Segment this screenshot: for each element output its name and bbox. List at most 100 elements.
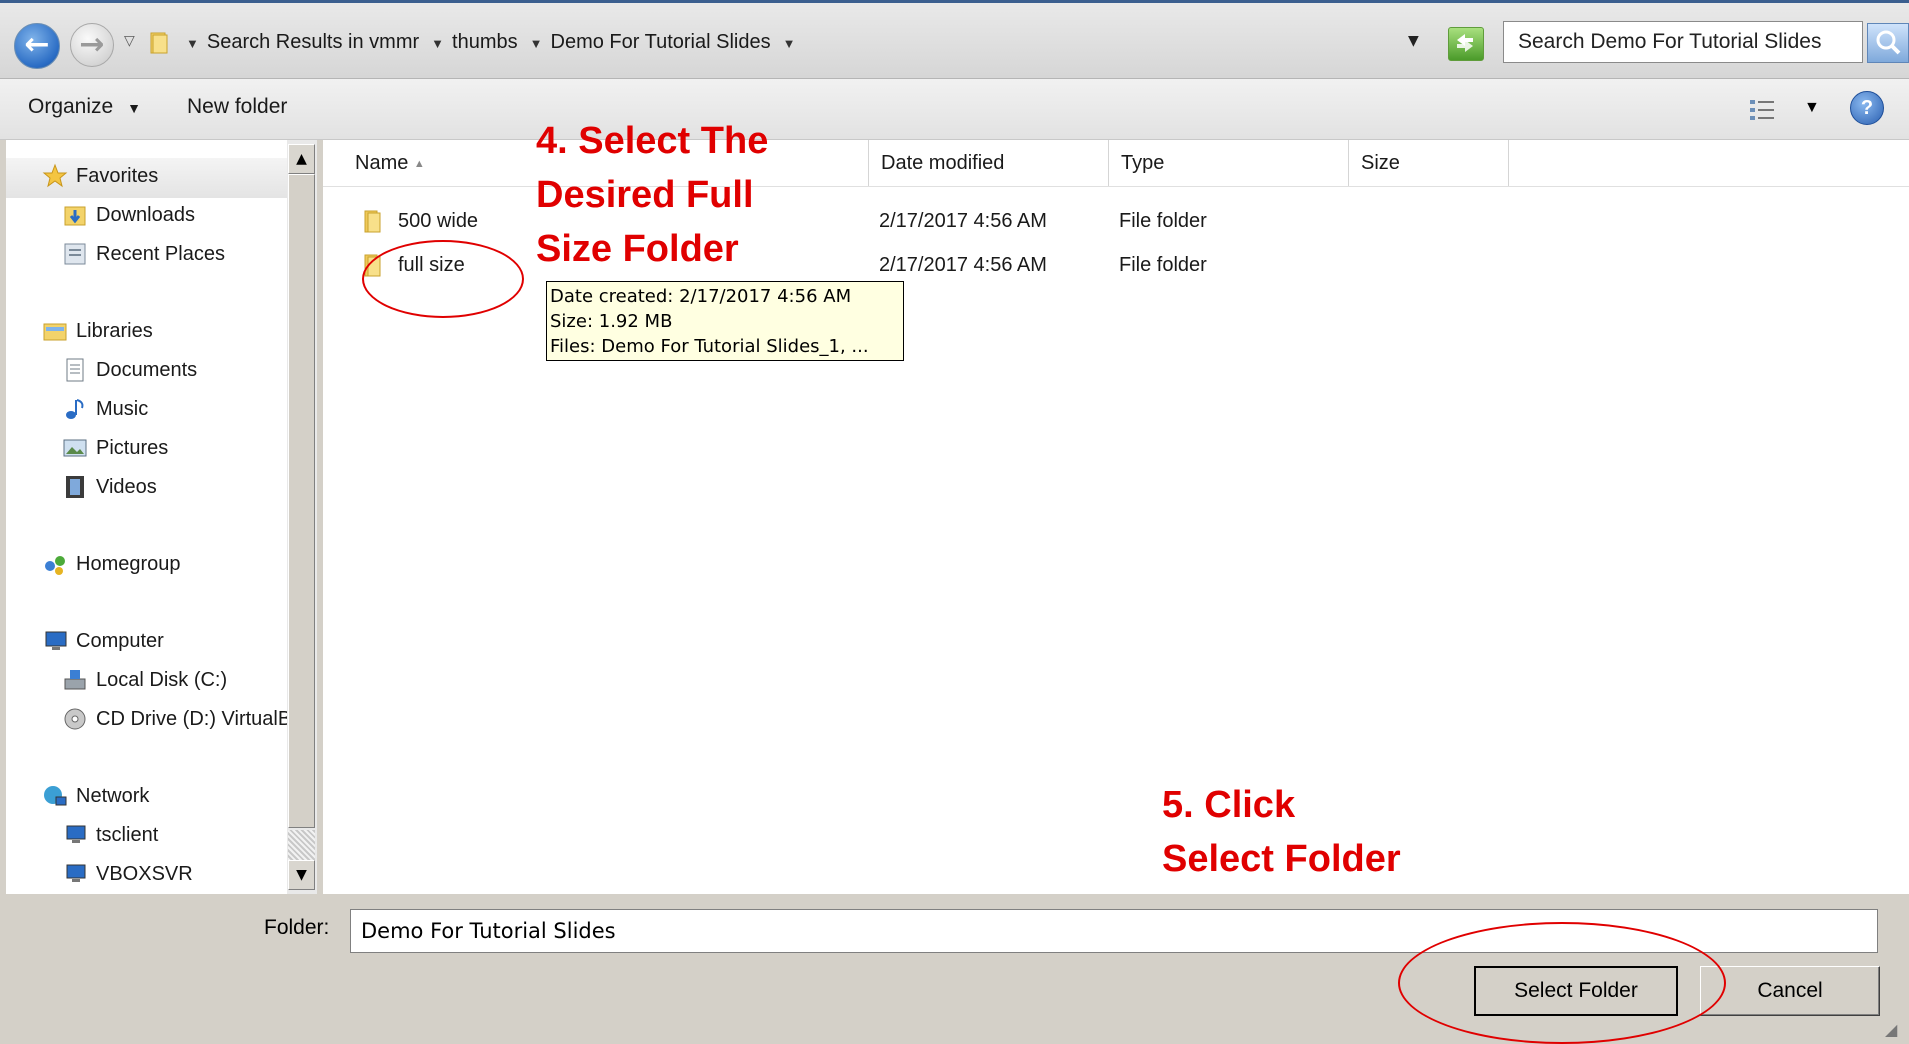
breadcrumb-item-demo[interactable]: ▼ Demo For Tutorial Slides bbox=[530, 31, 771, 54]
file-date-modified: 2/17/2017 4:56 AM bbox=[879, 210, 1047, 232]
help-icon[interactable]: ? bbox=[1850, 91, 1884, 125]
local-disk-icon bbox=[64, 670, 86, 690]
nav-item-label: Computer bbox=[76, 629, 164, 652]
breadcrumb-item-search-results[interactable]: ▼ Search Results in vmmr bbox=[186, 31, 419, 54]
nav-item-videos[interactable]: Videos bbox=[62, 474, 157, 500]
nav-pane-scrollbar[interactable]: ▲ ▼ bbox=[287, 140, 317, 894]
nav-item-downloads[interactable]: Downloads bbox=[62, 202, 195, 228]
computer-icon bbox=[45, 631, 67, 650]
folder-icon bbox=[150, 32, 168, 54]
nav-item-tsclient[interactable]: tsclient bbox=[62, 822, 158, 848]
nav-item-local-disk[interactable]: Local Disk (C:) bbox=[62, 667, 227, 693]
new-folder-button[interactable]: New folder bbox=[187, 95, 287, 119]
folder-label: Folder: bbox=[264, 916, 330, 939]
nav-item-label: Libraries bbox=[76, 319, 153, 342]
network-computer-icon bbox=[66, 864, 86, 882]
pictures-icon bbox=[63, 439, 87, 457]
back-arrow-icon: ← bbox=[24, 27, 50, 62]
nav-item-label: Downloads bbox=[96, 203, 195, 226]
nav-item-label: Music bbox=[96, 397, 149, 420]
folder-info-tooltip: Date created: 2/17/2017 4:56 AM Size: 1.… bbox=[546, 281, 904, 361]
nav-item-computer[interactable]: Computer bbox=[42, 628, 164, 654]
scroll-up-button[interactable]: ▲ bbox=[288, 144, 315, 174]
breadcrumb[interactable]: ▼ Search Results in vmmr ▼ thumbs ▼ Demo Fo… bbox=[148, 21, 1408, 63]
organize-button[interactable]: Organize ▼ bbox=[28, 95, 141, 119]
file-date-modified: 2/17/2017 4:56 AM bbox=[879, 254, 1047, 276]
annotation-circle-full-size bbox=[362, 240, 524, 318]
refresh-icon bbox=[1457, 34, 1473, 52]
annotation-step5: 5. Click Select Folder bbox=[1162, 778, 1401, 886]
recent-places-icon bbox=[64, 243, 86, 265]
annotation-step4: 4. Select The Desired Full Size Folder bbox=[536, 114, 768, 276]
search-icon bbox=[1876, 30, 1901, 55]
address-bar: ← → ▽ ▼ Search Results in vmmr ▼ thumbs ▼ D… bbox=[0, 3, 1909, 79]
column-header-type[interactable]: Type bbox=[1109, 140, 1349, 186]
nav-item-homegroup[interactable]: Homegroup bbox=[42, 551, 181, 577]
column-header-label: Name bbox=[355, 152, 409, 174]
forward-button[interactable]: → bbox=[70, 23, 114, 67]
resize-grip-icon[interactable]: ◢ bbox=[1885, 1020, 1897, 1039]
annotation-step5-line2: Select Folder bbox=[1162, 838, 1401, 880]
cd-drive-icon bbox=[64, 708, 86, 730]
nav-item-pictures[interactable]: Pictures bbox=[62, 435, 168, 461]
scrollbar-track bbox=[288, 830, 315, 860]
back-button[interactable]: ← bbox=[14, 23, 60, 69]
cancel-button[interactable]: Cancel bbox=[1700, 966, 1880, 1016]
chevron-down-icon: ▼ bbox=[127, 100, 141, 116]
refresh-button[interactable] bbox=[1448, 27, 1484, 61]
libraries-icon bbox=[43, 323, 67, 341]
recent-pages-dropdown-icon[interactable]: ▽ bbox=[124, 33, 135, 49]
annotation-step5-line1: 5. Click bbox=[1162, 784, 1296, 826]
nav-item-label: Homegroup bbox=[76, 552, 181, 575]
nav-item-music[interactable]: Music bbox=[62, 396, 148, 422]
network-computer-icon bbox=[66, 825, 86, 843]
downloads-folder-icon bbox=[64, 206, 86, 226]
tooltip-files: Files: Demo For Tutorial Slides_1, ... bbox=[550, 336, 869, 357]
nav-item-cd-drive[interactable]: CD Drive (D:) VirtualBox Guest Additions bbox=[62, 706, 288, 732]
views-dropdown-icon[interactable]: ▼ bbox=[1804, 99, 1820, 117]
scroll-down-button[interactable]: ▼ bbox=[288, 860, 315, 890]
tooltip-date-created: Date created: 2/17/2017 4:56 AM bbox=[550, 286, 852, 307]
navigation-pane: Favorites Downloads Recent Places Librar… bbox=[6, 140, 314, 894]
videos-icon bbox=[66, 476, 84, 498]
views-icon[interactable] bbox=[1748, 97, 1776, 123]
breadcrumb-item-thumbs[interactable]: ▼ thumbs bbox=[431, 31, 517, 54]
homegroup-icon bbox=[45, 556, 65, 575]
folder-icon bbox=[364, 210, 381, 233]
nav-item-label: Network bbox=[76, 784, 150, 807]
file-type: File folder bbox=[1119, 210, 1207, 232]
column-header-size[interactable]: Size bbox=[1349, 140, 1509, 186]
nav-item-libraries[interactable]: Libraries bbox=[42, 318, 153, 344]
nav-item-label: Local Disk (C:) bbox=[96, 668, 228, 691]
file-name: 500 wide bbox=[398, 210, 479, 232]
tooltip-size: Size: 1.92 MB bbox=[550, 311, 673, 332]
nav-item-label: Favorites bbox=[76, 164, 159, 187]
nav-item-label: Documents bbox=[96, 358, 198, 381]
file-type: File folder bbox=[1119, 254, 1207, 276]
nav-item-network[interactable]: Network bbox=[42, 783, 149, 809]
documents-icon bbox=[66, 358, 84, 382]
network-icon bbox=[44, 786, 67, 806]
annotation-step4-line1: 4. Select The bbox=[536, 120, 769, 162]
address-history-dropdown-icon[interactable]: ▼ bbox=[1408, 33, 1419, 49]
breadcrumb-dropdown-icon[interactable]: ▼ bbox=[783, 31, 804, 54]
nav-item-label: CD Drive (D:) VirtualBox Guest Additions bbox=[96, 707, 288, 730]
command-bar: Organize ▼ New folder ▼ ? bbox=[0, 79, 1909, 140]
annotation-circle-select-folder bbox=[1398, 922, 1726, 1044]
scrollbar-thumb[interactable] bbox=[288, 174, 315, 828]
annotation-step4-line3: Size Folder bbox=[536, 228, 739, 270]
search-input[interactable]: Search Demo For Tutorial Slides bbox=[1503, 21, 1863, 63]
sort-ascending-icon: ▲ bbox=[413, 158, 425, 170]
star-icon bbox=[42, 163, 68, 188]
nav-item-recent-places[interactable]: Recent Places bbox=[62, 241, 225, 267]
music-icon bbox=[66, 399, 84, 419]
annotation-step4-line2: Desired Full bbox=[536, 174, 754, 216]
nav-item-label: Pictures bbox=[96, 436, 169, 459]
nav-item-vboxsvr[interactable]: VBOXSVR bbox=[62, 861, 193, 887]
search-button[interactable] bbox=[1867, 23, 1909, 63]
nav-item-documents[interactable]: Documents bbox=[62, 357, 197, 383]
forward-arrow-icon: → bbox=[79, 27, 105, 62]
column-header-date-modified[interactable]: Date modified bbox=[869, 140, 1109, 186]
nav-item-favorites[interactable]: Favorites bbox=[42, 163, 158, 189]
nav-item-label: VBOXSVR bbox=[96, 862, 193, 885]
